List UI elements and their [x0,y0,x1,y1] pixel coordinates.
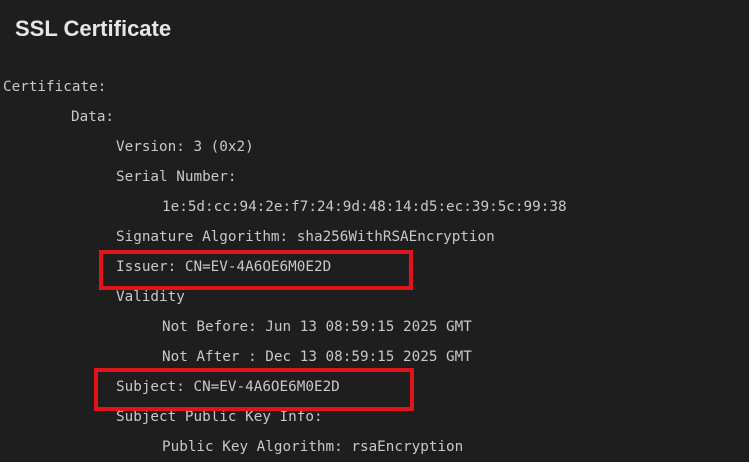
validity-label: Validity [116,289,185,305]
version-line: Version: 3 (0x2) [116,139,254,155]
subject-public-key-info-label: Subject Public Key Info: [116,409,323,425]
not-after-line: Not After : Dec 13 08:59:15 2025 GMT [162,349,472,365]
serial-number-label: Serial Number: [116,169,237,185]
public-key-algorithm-line: Public Key Algorithm: rsaEncryption [162,439,464,455]
issuer-line: Issuer: CN=EV-4A6OE6M0E2D [116,259,332,275]
page-title: SSL Certificate [15,16,172,41]
signature-algorithm-line: Signature Algorithm: sha256WithRSAEncryp… [116,229,495,245]
serial-number-value: 1e:5d:cc:94:2e:f7:24:9d:48:14:d5:ec:39:5… [162,199,567,215]
not-before-line: Not Before: Jun 13 08:59:15 2025 GMT [162,319,472,335]
data-label: Data: [71,109,115,125]
certificate-header: Certificate: [3,79,107,95]
subject-line: Subject: CN=EV-4A6OE6M0E2D [116,379,340,395]
certificate-panel: SSL Certificate Certificate: Data: Versi… [0,0,749,462]
certificate-text: Certificate: Data: Version: 3 (0x2) Seri… [3,72,567,462]
